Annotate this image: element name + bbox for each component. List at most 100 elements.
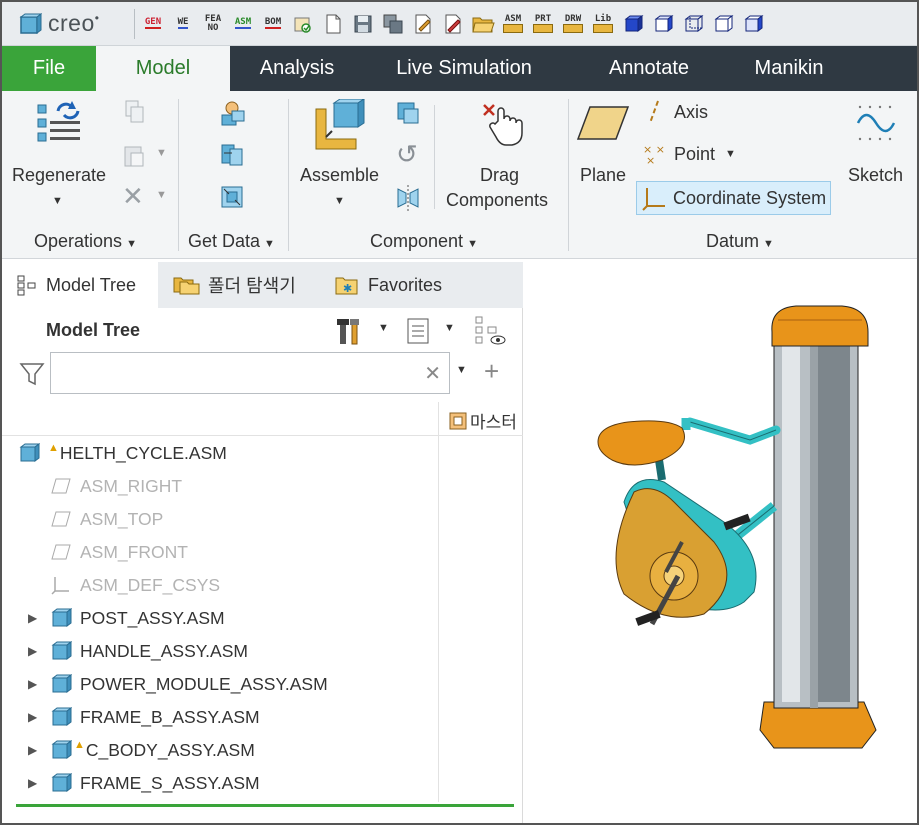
model-tree-icon bbox=[17, 275, 36, 296]
tree-filter-icon[interactable] bbox=[472, 314, 508, 346]
clear-search-icon[interactable]: ✕ bbox=[424, 361, 441, 386]
search-field[interactable]: ✕ bbox=[50, 352, 450, 394]
tree-item-row[interactable]: ▶ POST_ASSY.ASM bbox=[2, 603, 432, 633]
view-shaded-icon[interactable] bbox=[621, 11, 645, 37]
save-icon[interactable] bbox=[351, 11, 375, 37]
view-wireframe-icon[interactable] bbox=[681, 11, 705, 37]
tree-item-row[interactable]: ▶ FRAME_B_ASSY.ASM bbox=[2, 702, 432, 732]
favorites-icon: ✱ bbox=[335, 277, 358, 295]
tree-item-row[interactable]: ▶ ▲ C_BODY_ASSY.ASM bbox=[2, 735, 432, 765]
we-icon[interactable]: WE bbox=[171, 11, 195, 37]
group-separator bbox=[178, 99, 179, 251]
delete-icon[interactable]: ✕ bbox=[122, 181, 144, 212]
lib-folder-icon[interactable]: Lib bbox=[591, 11, 615, 37]
regenerate-icon[interactable] bbox=[34, 97, 88, 151]
tab-folder-browser[interactable]: 폴더 탐색기 bbox=[158, 262, 320, 308]
get-data-group-label[interactable]: Get Data ▼ bbox=[188, 231, 275, 252]
drag-label-line1[interactable]: Drag bbox=[480, 163, 519, 188]
shrinkwrap-icon[interactable] bbox=[218, 183, 248, 211]
sketch-icon[interactable] bbox=[854, 101, 898, 145]
tree-datum-row[interactable]: ASM_DEF_CSYS bbox=[50, 570, 220, 600]
coordinate-system-icon bbox=[642, 188, 665, 211]
tab-file[interactable]: File bbox=[2, 46, 96, 91]
user-defined-feature-icon[interactable] bbox=[218, 99, 248, 127]
assemble-label[interactable]: Assemble bbox=[300, 163, 379, 188]
asm-folder-icon[interactable]: ASM bbox=[501, 11, 525, 37]
delete-dropdown[interactable]: ▼ bbox=[156, 189, 167, 201]
open-file-icon[interactable] bbox=[291, 11, 315, 37]
tree-item-row[interactable]: ▶ HANDLE_ASSY.ASM bbox=[2, 636, 432, 666]
assemble-icon[interactable] bbox=[312, 99, 366, 153]
tree-item-row[interactable]: ▶ FRAME_S_ASSY.ASM bbox=[2, 768, 432, 798]
regenerate-dropdown[interactable]: ▼ bbox=[52, 189, 63, 214]
graphics-window[interactable] bbox=[524, 262, 916, 822]
add-column-icon[interactable]: + bbox=[484, 356, 499, 387]
search-dropdown[interactable]: ▼ bbox=[456, 364, 467, 376]
tab-favorites[interactable]: ✱ Favorites bbox=[320, 262, 470, 308]
expand-icon[interactable]: ▶ bbox=[28, 710, 37, 724]
gen-icon[interactable]: GEN bbox=[141, 11, 165, 37]
tree-datum-row[interactable]: ASM_RIGHT bbox=[50, 471, 182, 501]
asm-icon[interactable]: ASM bbox=[231, 11, 255, 37]
creo-cube-icon bbox=[19, 12, 42, 34]
copy-icon[interactable] bbox=[122, 99, 148, 125]
tools-dropdown[interactable]: ▼ bbox=[378, 322, 389, 334]
mirror-component-icon[interactable] bbox=[394, 183, 422, 211]
save-copy-icon[interactable] bbox=[381, 11, 405, 37]
tab-live-simulation[interactable]: Live Simulation bbox=[364, 46, 564, 91]
group-separator bbox=[568, 99, 569, 251]
view-hidden-icon[interactable] bbox=[651, 11, 675, 37]
tab-annotate[interactable]: Annotate bbox=[564, 46, 734, 91]
drw-folder-icon[interactable]: DRW bbox=[561, 11, 585, 37]
fea-no-icon[interactable]: FEA NO bbox=[201, 11, 225, 37]
repeat-icon[interactable]: ↺ bbox=[396, 139, 418, 170]
column-header[interactable]: 마스터 bbox=[448, 408, 522, 433]
coordinate-system-button[interactable]: Coordinate System bbox=[636, 181, 832, 215]
plane-label[interactable]: Plane bbox=[580, 163, 626, 188]
view-front-icon[interactable] bbox=[741, 11, 765, 37]
post-model bbox=[759, 305, 877, 749]
sketch-label[interactable]: Sketch bbox=[848, 163, 903, 188]
tab-manikin[interactable]: Manikin bbox=[734, 46, 844, 91]
drag-label-line2[interactable]: Components bbox=[446, 188, 548, 213]
copy-geometry-icon[interactable] bbox=[218, 141, 248, 169]
expand-icon[interactable]: ▶ bbox=[28, 743, 37, 757]
view-no-hidden-icon[interactable] bbox=[711, 11, 735, 37]
open-folder-icon[interactable] bbox=[471, 11, 495, 37]
tab-model[interactable]: Model bbox=[96, 46, 230, 91]
create-component-icon[interactable] bbox=[394, 99, 422, 127]
expand-icon[interactable]: ▶ bbox=[28, 677, 37, 691]
axis-button[interactable]: Axis bbox=[642, 99, 708, 125]
point-dropdown[interactable]: ▼ bbox=[725, 148, 736, 160]
bom-icon[interactable]: BOM bbox=[261, 11, 285, 37]
paste-dropdown[interactable]: ▼ bbox=[156, 147, 167, 159]
tree-item-row[interactable]: ▶ POWER_MODULE_ASSY.ASM bbox=[2, 669, 432, 699]
filter-icon[interactable] bbox=[18, 360, 46, 388]
edit-file-icon[interactable] bbox=[411, 11, 435, 37]
prt-folder-icon[interactable]: PRT bbox=[531, 11, 555, 37]
expand-icon[interactable]: ▶ bbox=[28, 644, 37, 658]
tree-datum-row[interactable]: ASM_FRONT bbox=[50, 537, 188, 567]
point-button[interactable]: × × × Point ▼ bbox=[642, 141, 736, 167]
component-group-label[interactable]: Component ▼ bbox=[370, 231, 478, 252]
paste-icon[interactable] bbox=[122, 143, 148, 169]
regenerate-label[interactable]: Regenerate bbox=[12, 163, 106, 188]
plane-icon[interactable] bbox=[576, 103, 632, 143]
drag-components-icon[interactable] bbox=[478, 99, 528, 149]
assemble-dropdown[interactable]: ▼ bbox=[334, 189, 345, 214]
tab-analysis[interactable]: Analysis bbox=[230, 46, 364, 91]
search-input[interactable] bbox=[51, 353, 411, 391]
tree-root[interactable]: ▲ HELTH_CYCLE.ASM bbox=[18, 438, 227, 468]
datum-group-label[interactable]: Datum ▼ bbox=[706, 231, 774, 252]
tab-model-tree[interactable]: Model Tree bbox=[2, 262, 158, 308]
tools-icon[interactable] bbox=[336, 316, 364, 346]
operations-group-label[interactable]: Operations ▼ bbox=[34, 231, 137, 252]
expand-icon[interactable]: ▶ bbox=[28, 776, 37, 790]
edit-file-2-icon[interactable] bbox=[441, 11, 465, 37]
new-file-icon[interactable] bbox=[321, 11, 345, 37]
show-settings-icon[interactable] bbox=[404, 316, 432, 346]
column-divider bbox=[438, 402, 439, 802]
expand-icon[interactable]: ▶ bbox=[28, 611, 37, 625]
show-dropdown[interactable]: ▼ bbox=[444, 322, 455, 334]
tree-datum-row[interactable]: ASM_TOP bbox=[50, 504, 163, 534]
